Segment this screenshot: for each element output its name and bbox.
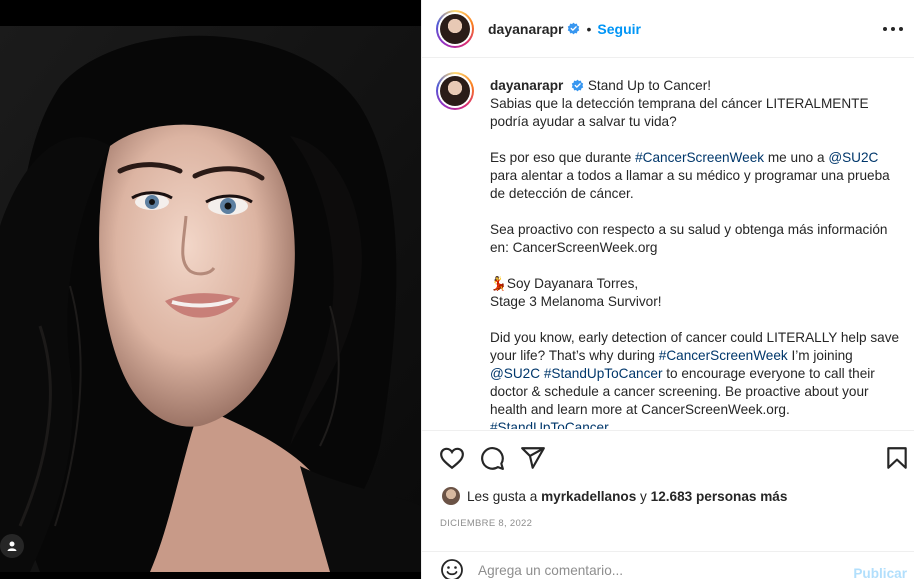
caption-text-segment: para alentar a todos a llamar a su médic… (490, 168, 900, 363)
verified-icon (571, 79, 584, 92)
caption-text-segment: me uno a (764, 150, 829, 165)
liker-avatar[interactable] (442, 487, 460, 505)
caption-hashtag-link[interactable]: @SU2C (828, 150, 878, 165)
bookmark-icon[interactable] (884, 445, 910, 471)
heart-icon[interactable] (439, 445, 465, 471)
post-photo[interactable] (0, 26, 421, 572)
liker-username[interactable]: myrkadellanos (541, 489, 636, 504)
likes-prefix: Les gusta a (467, 488, 538, 504)
caption-hashtag-link[interactable]: #StandUpToCancer (544, 366, 663, 381)
follow-button[interactable]: Seguir (597, 21, 641, 37)
comment-icon[interactable] (479, 445, 505, 471)
comment-bar: Publicar (422, 551, 914, 579)
user-tag-icon[interactable] (0, 534, 24, 558)
likes-summary: Les gusta a myrkadellanos y 12.683 perso… (442, 487, 787, 505)
post-media[interactable] (0, 0, 421, 579)
post-actions (422, 430, 914, 482)
likes-middle: y (636, 488, 651, 504)
emoji-icon[interactable] (440, 558, 464, 579)
more-icon[interactable] (883, 20, 903, 38)
caption-area[interactable]: dayanarapr Stand Up to Cancer! Sabias qu… (422, 59, 914, 429)
avatar[interactable] (436, 9, 474, 48)
comment-input[interactable] (478, 553, 838, 578)
caption-hashtag-link[interactable]: #StandUpToCancer (490, 420, 609, 429)
likes-count[interactable]: 12.683 personas más (651, 489, 788, 504)
caption-hashtag-link[interactable]: #CancerScreenWeek (635, 150, 764, 165)
caption-hashtag-link[interactable]: @SU2C (490, 366, 540, 381)
caption-hashtag-link[interactable]: #CancerScreenWeek (659, 348, 788, 363)
caption-avatar[interactable] (436, 72, 474, 110)
verified-icon (568, 22, 580, 35)
post-header: dayanarapr • Seguir (422, 0, 914, 58)
dot-separator: • (586, 20, 592, 37)
caption: dayanarapr Stand Up to Cancer! Sabias qu… (490, 77, 905, 429)
caption-username[interactable]: dayanarapr (490, 78, 563, 93)
caption-text-segment: I’m joining (787, 348, 857, 363)
author-username[interactable]: dayanarapr (488, 21, 563, 37)
post-sidebar: dayanarapr • Seguir dayanarapr Stand Up … (421, 0, 914, 579)
publish-button[interactable]: Publicar (853, 566, 907, 579)
post-date[interactable]: DICIEMBRE 8, 2022 (440, 518, 532, 529)
share-icon[interactable] (520, 445, 546, 471)
